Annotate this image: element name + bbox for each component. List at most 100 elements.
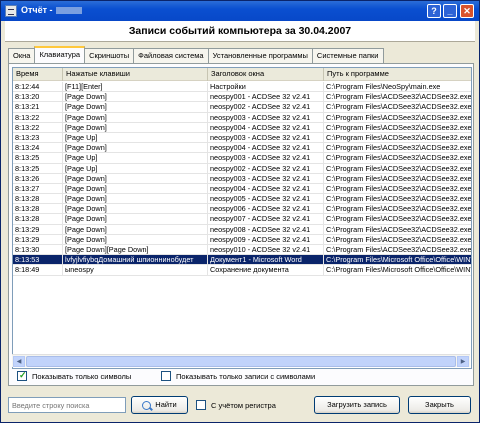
table-cell: 8:13:29	[13, 234, 63, 244]
table-row[interactable]: 8:13:20 [Page Down] neospy001 - ACDSee 32 …	[13, 92, 471, 103]
table-cell: [Page Up]	[63, 153, 208, 163]
table-cell: 8:13:21	[13, 102, 63, 112]
tab-3[interactable]: Файловая система	[133, 48, 209, 63]
table-cell: C:\Program Files\ACDSee32\ACDSee32.exe	[326, 102, 472, 112]
table-cell: [Page Down]	[63, 183, 208, 194]
tab-2[interactable]: Скриншоты	[84, 48, 135, 63]
table-row[interactable]: 8:13:25 [Page Up] neospy003 - ACDSee 32 v2…	[13, 153, 471, 164]
only-symbols-checkbox[interactable]	[17, 370, 27, 381]
only-records-checkbox[interactable]	[161, 371, 171, 381]
table-cell: neospy008 - ACDSee 32 v2.41	[208, 224, 324, 234]
table-cell: 8:13:28	[13, 214, 63, 224]
table-row[interactable]: 8:13:29 [Page Down] neospy009 - ACDSee 32 …	[13, 234, 471, 245]
tab-1[interactable]: Клавиатура	[34, 46, 86, 63]
table-row[interactable]: 8:13:28 [Page Down] neospy006 - ACDSee 32 …	[13, 204, 472, 215]
table-row[interactable]: 8:13:23 [Page Up] neospy003 - ACDSee 32 v2…	[13, 132, 471, 144]
table-cell: [Page Down][Page Down]	[63, 245, 208, 255]
find-label: Найти	[155, 400, 177, 409]
table-cell: [Page Down]	[63, 204, 208, 214]
table-row[interactable]: 8:13:26 [Page Down] neospy003 - ACDSee 32 …	[13, 173, 471, 184]
table-row[interactable]: 8:13:29 [Page Down] neospy008 - ACDSee 32 …	[13, 224, 471, 235]
table-cell: C:\Program Files\ACDSee32\ACDSee32.exe	[326, 214, 472, 224]
table-cell: [Page Down]	[63, 214, 208, 224]
table-cell: [Page Down]	[63, 122, 208, 132]
keystroke-table[interactable]: Время Нажатые клавиши Заголовок окна Путь к…	[12, 67, 472, 369]
table-row[interactable]: 8:13:22 [Page Down] neospy003 - ACDSee 32 …	[13, 112, 472, 123]
table-cell: ыneospy	[63, 265, 208, 275]
table-cell: neospy001 - ACDSee 32 v2.41	[208, 92, 324, 102]
table-cell: C:\Program Files\ACDSee32\ACDSee32.exe	[326, 183, 472, 193]
table-row[interactable]: 8:13:22 [Page Down] neospy004 - ACDSee 32 …	[13, 122, 472, 133]
table-cell: C:\Program Files\ACDSee32\ACDSee32.exe	[326, 112, 472, 122]
table-body: 8:12:44 [F11][Enter] Настройки C:\Program F…	[13, 82, 472, 276]
table-cell: 8:13:24	[13, 143, 63, 153]
tab-strip: Окна Клавиатура Скриншоты Файловая система У…	[8, 46, 384, 63]
table-cell: C:\Program Files\ACDSee32\ACDSee32.exe	[326, 204, 472, 214]
table-row[interactable]: 8:13:24 [Page Down] neospy004 - ACDSee 32 …	[13, 143, 471, 154]
tab-5[interactable]: Системные папки	[311, 48, 384, 63]
table-cell: neospy004 - ACDSee 32 v2.41	[208, 143, 324, 153]
column-header[interactable]: Путь к программе	[324, 68, 471, 81]
horizontal-scrollbar[interactable]: ◀ ▶	[12, 354, 470, 367]
table-row[interactable]: 8:13:27 [Page Down] neospy004 - ACDSee 32 …	[13, 183, 472, 195]
case-sensitive-option[interactable]: С учётом регистра	[196, 400, 276, 410]
table-cell: [Page Down]	[63, 112, 208, 122]
table-cell: neospy010 - ACDSee 32 v2.41	[208, 245, 324, 255]
find-button[interactable]: Найти	[131, 396, 188, 414]
table-cell: [Page Down]	[63, 92, 208, 102]
table-cell: 8:13:25	[13, 153, 63, 163]
table-cell: [Page Down]	[63, 173, 208, 183]
close-button[interactable]: Закрыть	[408, 396, 471, 414]
table-cell: lvfyjlvfiybqДомашний шпионнинобудет	[63, 255, 208, 265]
search-input[interactable]	[8, 397, 126, 413]
scroll-thumb[interactable]	[26, 356, 456, 367]
table-row[interactable]: 8:18:49 ыneospy Сохранение документа C:\Pro…	[13, 265, 471, 276]
table-row[interactable]: 8:13:53 lvfyjlvfiybqДомашний шпионнинобуд…	[13, 255, 471, 266]
minimize-button[interactable]: _	[443, 4, 457, 18]
only-records-option[interactable]: Показывать только записи с символами	[161, 371, 315, 381]
table-cell: 8:18:49	[13, 265, 63, 275]
table-row[interactable]: 8:13:30 [Page Down][Page Down] neospy010 -…	[13, 245, 471, 256]
table-cell: 8:13:26	[13, 173, 63, 183]
table-cell: [Page Down]	[63, 194, 208, 204]
table-cell: [Page Down]	[63, 234, 208, 244]
table-row[interactable]: 8:12:44 [F11][Enter] Настройки C:\Program F…	[13, 82, 471, 93]
only-records-label: Показывать только записи с символами	[176, 371, 316, 381]
table-cell: Документ1 - Microsoft Word	[208, 255, 324, 265]
tab-4[interactable]: Установленные программы	[207, 48, 313, 63]
scroll-left-icon[interactable]: ◀	[13, 356, 25, 367]
help-button[interactable]: ?	[427, 4, 441, 18]
column-header[interactable]: Время	[13, 68, 63, 81]
table-cell: 8:13:29	[13, 224, 63, 234]
table-row[interactable]: 8:13:25 [Page Up] neospy002 - ACDSee 32 v2…	[13, 163, 471, 174]
table-row[interactable]: 8:13:28 [Page Down] neospy005 - ACDSee 32 …	[13, 194, 471, 205]
title-bar[interactable]: Отчёт - ? _ ✕	[1, 1, 479, 21]
table-cell: [Page Down]	[63, 224, 208, 234]
only-symbols-option[interactable]: Показывать только символы	[17, 370, 131, 381]
redacted-name	[55, 7, 82, 15]
table-cell: [Page Down]	[63, 102, 208, 112]
search-icon	[142, 400, 152, 410]
column-header[interactable]: Заголовок окна	[208, 68, 324, 81]
table-cell: [Page Up]	[63, 132, 208, 143]
case-sensitive-label: С учётом регистра	[211, 400, 276, 410]
tab-0[interactable]: Окна	[8, 48, 36, 63]
table-row[interactable]: 8:13:28 [Page Down] neospy007 - ACDSee 32 …	[13, 214, 472, 225]
page-title: Записи событий компьютера за 30.04.2007	[5, 21, 475, 42]
table-cell: 8:13:28	[13, 194, 63, 204]
close-window-button[interactable]: ✕	[460, 4, 474, 18]
table-row[interactable]: 8:13:21 [Page Down] neospy002 - ACDSee 32 …	[13, 102, 472, 113]
column-header[interactable]: Нажатые клавиши	[63, 68, 208, 81]
table-cell: C:\Program Files\ACDSee32\ACDSee32.exe	[326, 122, 472, 132]
table-cell: 8:13:28	[13, 204, 63, 214]
table-cell: neospy002 - ACDSee 32 v2.41	[208, 102, 324, 112]
table-cell: neospy003 - ACDSee 32 v2.41	[208, 112, 324, 122]
window-title: Отчёт -	[21, 5, 82, 15]
scroll-right-icon[interactable]: ▶	[457, 356, 469, 367]
report-window: Отчёт - ? _ ✕ Записи событий компьютера …	[0, 0, 480, 423]
table-cell: neospy009 - ACDSee 32 v2.41	[208, 234, 324, 244]
case-sensitive-checkbox[interactable]	[196, 400, 206, 410]
table-cell: 8:12:44	[13, 82, 63, 92]
table-cell: neospy005 - ACDSee 32 v2.41	[208, 194, 324, 204]
load-record-button[interactable]: Загрузить запись	[314, 396, 400, 414]
